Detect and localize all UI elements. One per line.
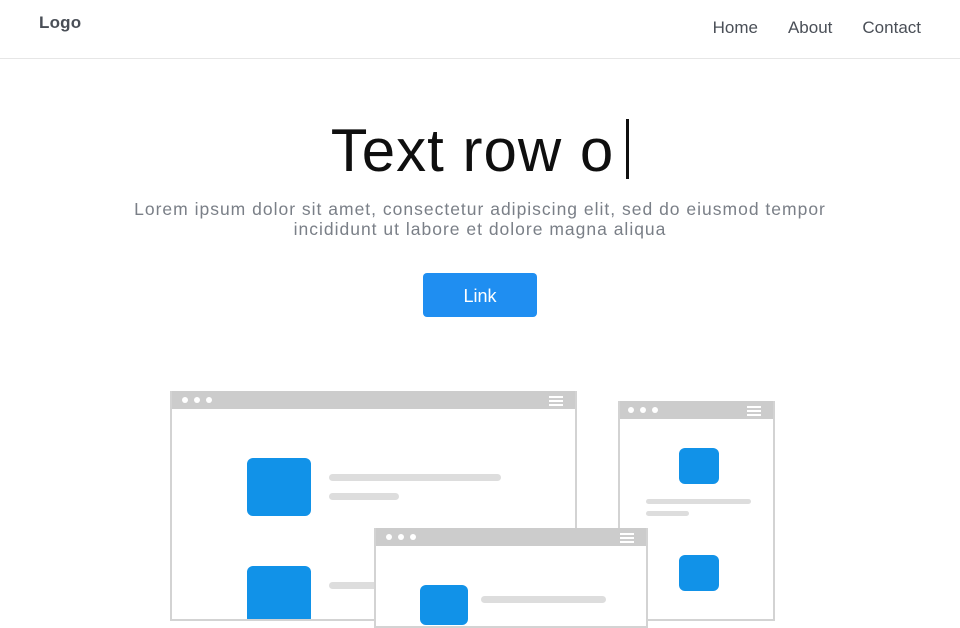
window-dot-icon: [410, 534, 416, 540]
cta-link-button[interactable]: Link: [423, 273, 537, 317]
main-nav: Home About Contact: [713, 18, 921, 38]
window-title-bar: [376, 528, 646, 546]
window-dot-icon: [194, 397, 200, 403]
nav-about-link[interactable]: About: [788, 18, 832, 38]
typing-caret: [626, 119, 630, 179]
nav-contact-link[interactable]: Contact: [862, 18, 921, 38]
content-block: [679, 448, 719, 484]
content-block: [247, 566, 311, 619]
window-dot-icon: [386, 534, 392, 540]
logo[interactable]: Logo: [39, 13, 81, 33]
hamburger-menu-icon: [747, 406, 761, 418]
hero-subtitle: Lorem ipsum dolor sit amet, consectetur …: [134, 199, 826, 239]
nav-home-link[interactable]: Home: [713, 18, 758, 38]
window-dot-icon: [640, 407, 646, 413]
window-dot-icon: [652, 407, 658, 413]
text-placeholder-line: [329, 474, 501, 481]
content-block: [420, 585, 468, 625]
content-block: [679, 555, 719, 591]
window-dot-icon: [182, 397, 188, 403]
hamburger-menu-icon: [549, 396, 563, 408]
window-dot-icon: [206, 397, 212, 403]
text-placeholder-line: [329, 493, 399, 500]
window-title-bar: [172, 391, 575, 409]
hero-title: Text row o: [0, 112, 960, 190]
content-block: [247, 458, 311, 516]
window-title-bar: [620, 401, 773, 419]
text-placeholder-line: [646, 511, 689, 516]
hero-title-text: Text row o: [330, 117, 615, 184]
text-placeholder-line: [646, 499, 751, 504]
site-header: Logo Home About Contact: [0, 0, 960, 59]
window-dot-icon: [628, 407, 634, 413]
window-dot-icon: [398, 534, 404, 540]
middle-browser-window: [374, 528, 648, 628]
hamburger-menu-icon: [620, 533, 634, 545]
